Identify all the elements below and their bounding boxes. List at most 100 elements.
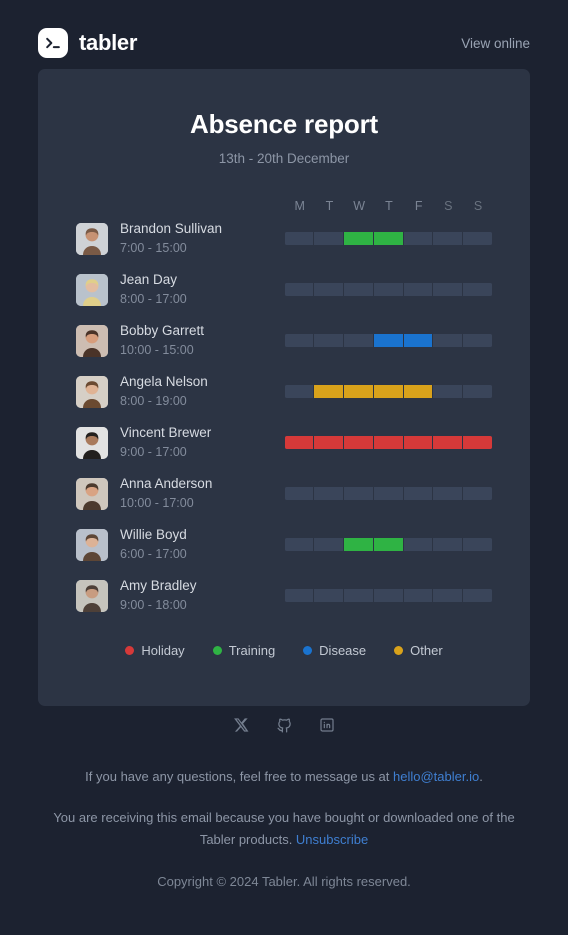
- table-row: Bobby Garrett 10:00 - 15:00: [76, 315, 492, 366]
- absence-cell-empty: [284, 334, 315, 347]
- person-text: Willie Boyd 6:00 - 17:00: [120, 527, 187, 563]
- legend-item-training: Training: [212, 643, 276, 658]
- absence-cell-disease: [373, 334, 404, 347]
- absence-cell-training: [373, 538, 404, 551]
- absence-cell-empty: [314, 232, 345, 245]
- person-text: Brandon Sullivan 7:00 - 15:00: [120, 221, 222, 257]
- person-time: 9:00 - 18:00: [120, 597, 187, 612]
- x-twitter-icon[interactable]: [230, 714, 252, 736]
- person-text: Angela Nelson 8:00 - 19:00: [120, 374, 208, 410]
- date-range-subtitle: 13th - 20th December: [218, 151, 350, 166]
- absence-cell-empty: [433, 283, 464, 296]
- absence-track: [284, 487, 492, 500]
- person-cell: Bobby Garrett 10:00 - 15:00: [76, 323, 285, 359]
- absence-cell-empty: [433, 589, 464, 602]
- person-text: Anna Anderson 10:00 - 17:00: [120, 476, 212, 512]
- person-name: Brandon Sullivan: [120, 220, 223, 236]
- table-row: Amy Bradley 9:00 - 18:00: [76, 570, 492, 621]
- absence-cell-holiday: [314, 436, 345, 449]
- view-online-link[interactable]: View online: [461, 36, 530, 51]
- absence-cell-empty: [403, 487, 434, 500]
- github-icon[interactable]: [273, 714, 295, 736]
- person-cell: Amy Bradley 9:00 - 18:00: [76, 578, 285, 614]
- day-header-1: T: [325, 199, 334, 213]
- person-name: Vincent Brewer: [120, 424, 212, 440]
- absence-cell-empty: [344, 487, 374, 500]
- unsubscribe-link[interactable]: Unsubscribe: [296, 832, 368, 847]
- absence-cell-empty: [314, 334, 345, 347]
- brand[interactable]: tabler: [38, 28, 137, 58]
- day-header-row: MTWTFSS: [285, 199, 493, 213]
- absence-cell-empty: [433, 385, 464, 398]
- linkedin-icon[interactable]: [316, 714, 338, 736]
- person-cell: Angela Nelson 8:00 - 19:00: [76, 374, 285, 410]
- copyright-line: Copyright © 2024 Tabler. All rights rese…: [157, 874, 411, 890]
- day-header-2: W: [353, 199, 366, 213]
- avatar: [76, 528, 108, 561]
- absence-cell-empty: [433, 538, 464, 551]
- absence-cell-empty: [314, 283, 345, 296]
- legend-item-holiday: Holiday: [125, 643, 185, 658]
- avatar: [76, 324, 108, 357]
- table-row: Brandon Sullivan 7:00 - 15:00: [76, 213, 492, 264]
- absence-cell-empty: [284, 232, 315, 245]
- legend-item-other: Other: [394, 643, 443, 658]
- day-header-3: T: [385, 199, 393, 213]
- absence-track: [284, 385, 492, 398]
- email-footer: If you have any questions, feel free to …: [0, 714, 568, 893]
- absence-cell-empty: [284, 589, 315, 602]
- person-cell: Brandon Sullivan 7:00 - 15:00: [76, 221, 285, 257]
- reason-text: You are receiving this email because you…: [53, 810, 515, 847]
- reason-line: You are receiving this email because you…: [0, 807, 568, 850]
- absence-track: [284, 589, 492, 602]
- day-header-0: M: [294, 199, 306, 213]
- person-cell: Anna Anderson 10:00 - 17:00: [76, 476, 285, 512]
- absence-cell-empty: [463, 538, 492, 551]
- email-page: tabler View online Absence report 13th -…: [0, 0, 568, 935]
- absence-cell-empty: [373, 283, 404, 296]
- absence-cell-other: [373, 385, 404, 398]
- terminal-prompt-icon: [38, 28, 68, 58]
- legend-dot-holiday-icon: [125, 646, 135, 655]
- absence-cell-holiday: [373, 436, 404, 449]
- page-title: Absence report: [190, 109, 378, 139]
- person-cell: Jean Day 8:00 - 17:00: [76, 272, 285, 308]
- absence-cell-empty: [373, 487, 404, 500]
- absence-track: [284, 283, 492, 296]
- person-time: 8:00 - 19:00: [120, 393, 187, 408]
- person-time: 7:00 - 15:00: [120, 240, 187, 255]
- absence-track: [284, 232, 492, 245]
- absence-cell-training: [344, 538, 374, 551]
- day-header-5: S: [444, 199, 453, 213]
- person-cell: Willie Boyd 6:00 - 17:00: [76, 527, 285, 563]
- brand-name: tabler: [79, 30, 138, 55]
- absence-cell-empty: [433, 232, 464, 245]
- person-time: 9:00 - 17:00: [120, 444, 187, 459]
- person-time: 6:00 - 17:00: [120, 546, 187, 561]
- absence-cell-holiday: [433, 436, 464, 449]
- legend-label: Holiday: [141, 643, 185, 658]
- email-header: tabler View online: [0, 0, 568, 62]
- person-text: Jean Day 8:00 - 17:00: [120, 272, 187, 308]
- absence-cell-disease: [403, 334, 434, 347]
- absence-cell-training: [373, 232, 404, 245]
- legend-label: Disease: [319, 643, 367, 658]
- absence-cell-empty: [463, 232, 492, 245]
- absence-cell-empty: [463, 334, 492, 347]
- absence-cell-holiday: [344, 436, 374, 449]
- absence-track: [284, 436, 492, 449]
- absence-chart: M T W T F S S Brandon Sullivan 7:00 - 15:00 Jean…: [38, 199, 530, 658]
- person-name: Anna Anderson: [120, 475, 213, 491]
- legend-label: Training: [228, 643, 276, 658]
- legend-dot-training-icon: [212, 646, 222, 655]
- absence-track: [284, 538, 492, 551]
- person-text: Vincent Brewer 9:00 - 17:00: [120, 425, 211, 461]
- avatar: [76, 375, 108, 408]
- person-time: 8:00 - 17:00: [120, 291, 187, 306]
- contact-line: If you have any questions, feel free to …: [0, 766, 568, 787]
- absence-track: [284, 334, 492, 347]
- contact-email-link[interactable]: hello@tabler.io: [393, 769, 479, 784]
- table-row: Angela Nelson 8:00 - 19:00: [76, 366, 492, 417]
- absence-cell-empty: [403, 283, 434, 296]
- absence-cell-other: [344, 385, 374, 398]
